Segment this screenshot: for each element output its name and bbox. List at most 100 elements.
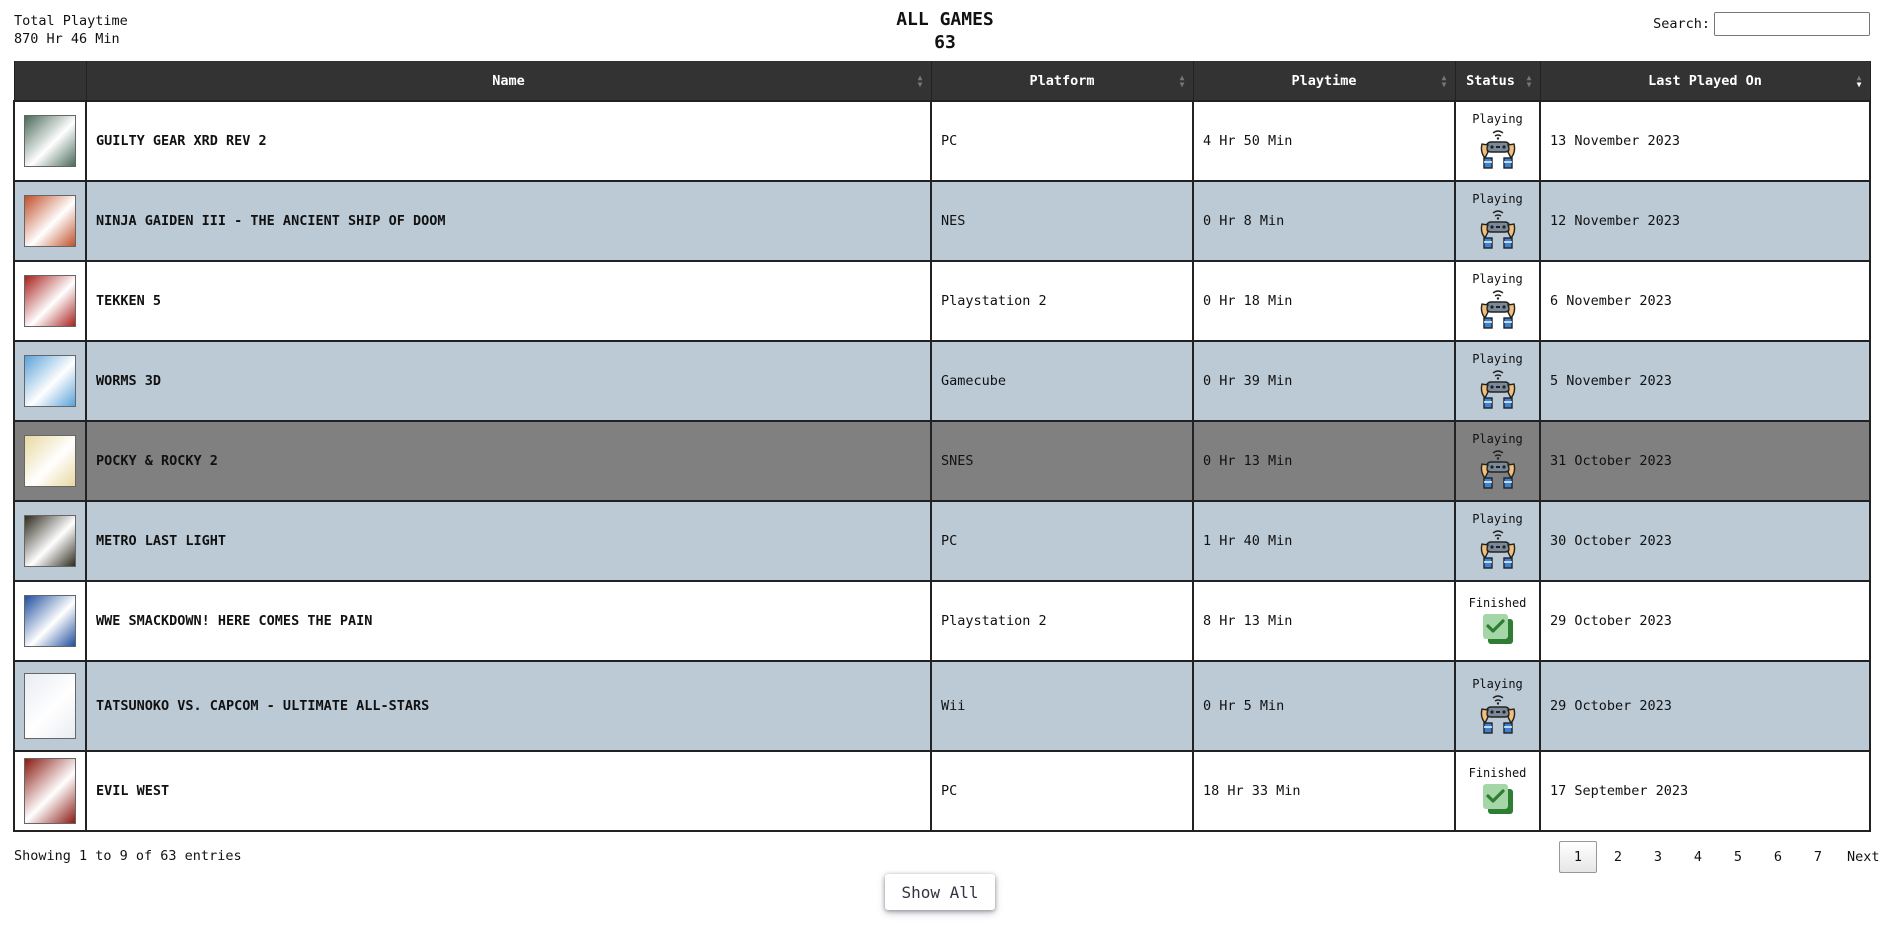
column-header-label: Last Played On	[1648, 72, 1762, 89]
game-platform: Playstation 2	[930, 580, 1194, 662]
status-label: Playing	[1472, 272, 1523, 286]
gamepad-hands-icon	[1480, 695, 1515, 734]
game-last-played: 29 October 2023	[1539, 580, 1871, 662]
game-playtime: 4 Hr 50 Min	[1192, 100, 1456, 182]
game-cover-image	[24, 355, 76, 407]
search-box: Search:	[1653, 12, 1870, 36]
game-last-played: 17 September 2023	[1539, 750, 1871, 832]
cover-cell	[13, 660, 87, 752]
entries-info: Showing 1 to 9 of 63 entries	[14, 848, 242, 864]
game-status: Playing	[1454, 340, 1541, 422]
cover-cell	[13, 180, 87, 262]
game-cover-image	[24, 435, 76, 487]
page-button-1[interactable]: 1	[1559, 841, 1597, 873]
check-box-icon	[1482, 784, 1513, 814]
table-row[interactable]: WWE SMACKDOWN! HERE COMES THE PAIN Playst…	[13, 580, 1871, 662]
gamepad-hands-icon	[1480, 290, 1515, 329]
sort-icon: ▲ ▼	[917, 72, 923, 89]
table-row[interactable]: TEKKEN 5 Playstation 20 Hr 18 Min Playing …	[13, 260, 1871, 342]
table-row[interactable]: METRO LAST LIGHT PC 1 Hr 40 Min Playing 30 …	[13, 500, 1871, 582]
next-page-button[interactable]: Next	[1837, 841, 1883, 873]
sort-icon: ▲ ▼	[1526, 72, 1532, 89]
table-row[interactable]: GUILTY GEAR XRD REV 2 PC 4 Hr 50 Min Playin…	[13, 100, 1871, 182]
game-name: WWE SMACKDOWN! HERE COMES THE PAIN	[85, 580, 932, 662]
game-platform: PC	[930, 750, 1194, 832]
table-header-row: Name ▲ ▼ Platform ▲ ▼ Playtime ▲ ▼ Status ▲…	[13, 61, 1871, 101]
game-status: Playing	[1454, 180, 1541, 262]
game-status: Playing	[1454, 420, 1541, 502]
column-header-status[interactable]: Status ▲ ▼	[1454, 61, 1541, 101]
search-input[interactable]	[1714, 12, 1870, 36]
game-last-played: 13 November 2023	[1539, 100, 1871, 182]
table-row[interactable]: WORMS 3D Gamecube 0 Hr 39 Min Playing 5 Nov…	[13, 340, 1871, 422]
pagination: 1 2 3 4 5 6 7 Next	[1557, 841, 1883, 873]
game-playtime: 18 Hr 33 Min	[1192, 750, 1456, 832]
game-last-played: 12 November 2023	[1539, 180, 1871, 262]
cover-cell	[13, 500, 87, 582]
game-last-played: 6 November 2023	[1539, 260, 1871, 342]
game-last-played: 31 October 2023	[1539, 420, 1871, 502]
show-all-button[interactable]: Show All	[885, 874, 995, 910]
column-header-label: Name	[492, 72, 525, 89]
table-row[interactable]: EVIL WEST PC 18 Hr 33 Min Finished 17 Septe…	[13, 750, 1871, 832]
column-header-platform[interactable]: Platform ▲ ▼	[930, 61, 1194, 101]
game-status: Finished	[1454, 580, 1541, 662]
status-label: Playing	[1472, 432, 1523, 446]
game-name: GUILTY GEAR XRD REV 2	[85, 100, 932, 182]
games-table-body: GUILTY GEAR XRD REV 2 PC 4 Hr 50 Min Playin…	[13, 100, 1871, 832]
cover-cell	[13, 340, 87, 422]
game-playtime: 0 Hr 39 Min	[1192, 340, 1456, 422]
column-header-label: Playtime	[1291, 72, 1357, 89]
sort-icon: ▲ ▼	[1179, 72, 1185, 89]
game-cover-image	[24, 275, 76, 327]
table-row[interactable]: NINJA GAIDEN III - THE ANCIENT SHIP OF D…	[13, 180, 1871, 262]
cover-cell	[13, 260, 87, 342]
sort-icon: ▲ ▼	[1441, 72, 1447, 89]
game-name: TEKKEN 5	[85, 260, 932, 342]
page-title-text: ALL GAMES	[896, 9, 994, 30]
status-label: Finished	[1468, 596, 1527, 610]
cover-cell	[13, 100, 87, 182]
cover-cell	[13, 580, 87, 662]
page-button-4[interactable]: 4	[1679, 841, 1717, 873]
game-playtime: 0 Hr 13 Min	[1192, 420, 1456, 502]
column-header-label: Status	[1466, 72, 1515, 89]
table-row[interactable]: POCKY & ROCKY 2 SNES 0 Hr 13 Min Playing 31…	[13, 420, 1871, 502]
game-playtime: 8 Hr 13 Min	[1192, 580, 1456, 662]
game-platform: NES	[930, 180, 1194, 262]
game-playtime: 0 Hr 5 Min	[1192, 660, 1456, 752]
column-header-label: Platform	[1029, 72, 1095, 89]
game-cover-image	[24, 595, 76, 647]
game-cover-image	[24, 758, 76, 824]
status-label: Finished	[1468, 766, 1527, 780]
search-label: Search:	[1653, 16, 1710, 32]
column-header-name[interactable]: Name ▲ ▼	[85, 61, 932, 101]
game-cover-image	[24, 673, 76, 739]
game-platform: Wii	[930, 660, 1194, 752]
status-label: Playing	[1472, 352, 1523, 366]
games-count: 63	[934, 32, 956, 53]
game-platform: Gamecube	[930, 340, 1194, 422]
page-button-7[interactable]: 7	[1799, 841, 1837, 873]
game-platform: SNES	[930, 420, 1194, 502]
table-row[interactable]: TATSUNOKO VS. CAPCOM - ULTIMATE ALL-STAR…	[13, 660, 1871, 752]
page-button-5[interactable]: 5	[1719, 841, 1757, 873]
game-status: Playing	[1454, 500, 1541, 582]
game-last-played: 29 October 2023	[1539, 660, 1871, 752]
games-page: Total Playtime 870 Hr 46 Min ALL GAMES 6…	[0, 0, 1883, 930]
column-header-last-played[interactable]: Last Played On ▲ ▼	[1539, 61, 1871, 101]
column-header-playtime[interactable]: Playtime ▲ ▼	[1192, 61, 1456, 101]
page-button-2[interactable]: 2	[1599, 841, 1637, 873]
game-name: WORMS 3D	[85, 340, 932, 422]
cover-cell	[13, 750, 87, 832]
game-cover-image	[24, 515, 76, 567]
games-table: Name ▲ ▼ Platform ▲ ▼ Playtime ▲ ▼ Status ▲…	[13, 61, 1871, 832]
game-name: POCKY & ROCKY 2	[85, 420, 932, 502]
sort-desc-icon: ▲ ▼	[1856, 72, 1862, 89]
game-status: Playing	[1454, 260, 1541, 342]
page-button-6[interactable]: 6	[1759, 841, 1797, 873]
game-status: Finished	[1454, 750, 1541, 832]
game-status: Playing	[1454, 660, 1541, 752]
page-button-3[interactable]: 3	[1639, 841, 1677, 873]
gamepad-hands-icon	[1480, 450, 1515, 489]
